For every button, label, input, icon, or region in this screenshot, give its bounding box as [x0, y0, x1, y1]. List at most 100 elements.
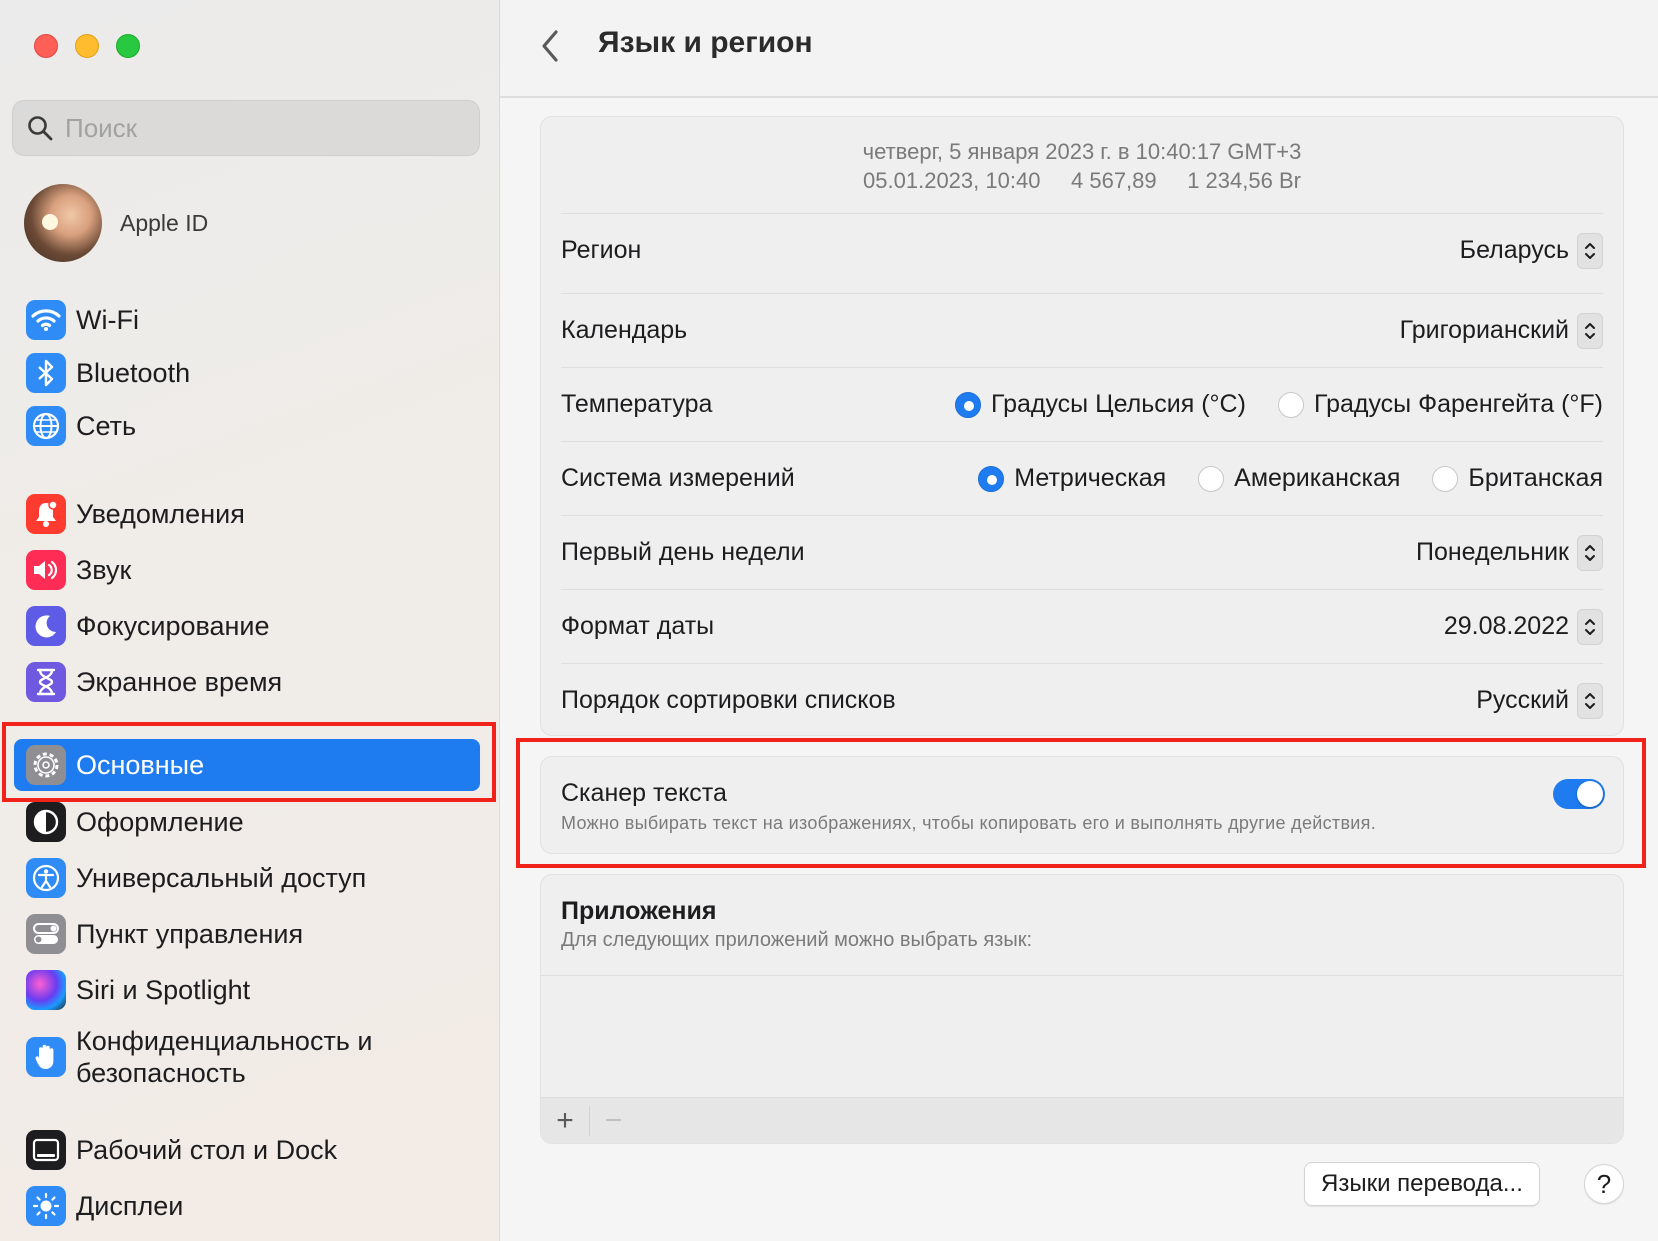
preview-line-1: четверг, 5 января 2023 г. в 10:40:17 GMT…	[862, 139, 1302, 164]
sidebar-item-screen-time[interactable]: Экранное время	[14, 656, 480, 708]
sidebar-item-label: Оформление	[76, 806, 244, 837]
radio-us[interactable]: Американская	[1198, 464, 1400, 493]
radio-button[interactable]	[1277, 391, 1304, 418]
sort-order-label: Порядок сортировки списков	[561, 686, 896, 714]
first-day-popup[interactable]: Понедельник	[1415, 534, 1603, 571]
sidebar-item-label: Звук	[76, 554, 132, 585]
calendar-value: Григорианский	[1399, 316, 1569, 344]
search-input[interactable]	[65, 112, 465, 144]
live-text-toggle[interactable]	[1553, 779, 1605, 809]
sidebar-item-network[interactable]: Сеть	[14, 400, 480, 452]
accessibility-icon	[26, 858, 66, 898]
sidebar-item-sound[interactable]: Звук	[14, 544, 480, 596]
updown-chevron-icon	[1577, 608, 1603, 645]
sidebar-item-wifi[interactable]: Wi-Fi	[14, 294, 480, 346]
hourglass-icon	[26, 662, 66, 702]
bell-icon	[26, 494, 66, 534]
sun-icon	[26, 1186, 66, 1226]
remove-app-button[interactable]: −	[589, 1104, 637, 1137]
region-popup[interactable]: Беларусь	[1460, 232, 1603, 269]
sidebar-item-label: Основные	[76, 749, 205, 780]
radio-celsius[interactable]: Градусы Цельсия (°C)	[954, 390, 1246, 419]
measurement-row: Система измерений Метрическая Американск…	[561, 441, 1603, 515]
updown-chevron-icon	[1577, 682, 1603, 719]
sidebar-item-notifications[interactable]: Уведомления	[14, 488, 480, 540]
add-app-button[interactable]: +	[541, 1098, 589, 1144]
back-chevron-icon[interactable]	[534, 26, 568, 66]
date-format-value: 29.08.2022	[1443, 612, 1569, 640]
minimize-window-button[interactable]	[75, 34, 99, 58]
translation-languages-button[interactable]: Языки перевода...	[1304, 1162, 1540, 1206]
sidebar-item-general[interactable]: Основные	[14, 739, 480, 791]
live-text-card: Сканер текста Можно выбирать текст на из…	[540, 756, 1624, 854]
sidebar-item-label: Фокусирование	[76, 610, 270, 641]
apple-id-item[interactable]: Apple ID	[24, 184, 208, 262]
live-text-title: Сканер текста	[561, 779, 727, 807]
sidebar-item-control-center[interactable]: Пункт управления	[14, 908, 480, 960]
sidebar-item-label: Универсальный доступ	[76, 862, 367, 893]
temperature-row: Температура Градусы Цельсия (°C) Градусы…	[561, 367, 1603, 441]
radio-uk[interactable]: Британская	[1432, 464, 1603, 493]
close-window-button[interactable]	[34, 34, 58, 58]
sidebar-item-label: Дисплеи	[76, 1190, 184, 1221]
help-button[interactable]: ?	[1584, 1164, 1624, 1204]
region-row: Регион Беларусь	[561, 213, 1603, 287]
first-day-label: Первый день недели	[561, 538, 805, 566]
apps-list[interactable]	[541, 975, 1623, 1093]
sidebar-item-label: Пункт управления	[76, 918, 304, 949]
sidebar-item-siri[interactable]: Siri и Spotlight	[14, 964, 480, 1016]
sidebar-item-bluetooth[interactable]: Bluetooth	[14, 347, 480, 399]
bluetooth-icon	[26, 353, 66, 393]
apps-title: Приложения	[561, 897, 717, 925]
sidebar-item-accessibility[interactable]: Универсальный доступ	[14, 852, 480, 904]
radio-label: Метрическая	[1014, 464, 1167, 492]
first-day-row: Первый день недели Понедельник	[561, 515, 1603, 589]
avatar	[24, 184, 102, 262]
first-day-value: Понедельник	[1415, 538, 1569, 566]
main-pane: Язык и регион четверг, 5 января 2023 г. …	[500, 0, 1658, 1241]
date-format-popup[interactable]: 29.08.2022	[1443, 608, 1603, 645]
dock-icon	[26, 1130, 66, 1170]
sidebar-item-displays[interactable]: Дисплеи	[14, 1180, 480, 1232]
sort-order-popup[interactable]: Русский	[1476, 682, 1603, 719]
radio-label: Градусы Цельсия (°C)	[990, 390, 1246, 418]
siri-icon	[26, 970, 66, 1010]
sort-order-row: Порядок сортировки списков Русский	[561, 663, 1603, 737]
radio-fahrenheit[interactable]: Градусы Фаренгейта (°F)	[1277, 390, 1603, 419]
calendar-row: Календарь Григорианский	[561, 293, 1603, 367]
date-format-label: Формат даты	[561, 612, 715, 640]
sidebar-item-appearance[interactable]: Оформление	[14, 796, 480, 848]
apps-card: Приложения Для следующих приложений можн…	[540, 874, 1624, 1144]
sidebar: Apple ID Wi-Fi Bluetooth Сеть Уведомлени…	[0, 0, 500, 1241]
region-label: Регион	[561, 236, 642, 264]
live-text-description: Можно выбирать текст на изображениях, чт…	[561, 813, 1377, 833]
apple-id-label: Apple ID	[120, 209, 209, 236]
radio-metric[interactable]: Метрическая	[978, 464, 1166, 493]
page-title: Язык и регион	[598, 26, 813, 59]
sidebar-item-label: Сеть	[76, 410, 137, 441]
radio-label: Градусы Фаренгейта (°F)	[1313, 390, 1603, 418]
calendar-popup[interactable]: Григорианский	[1399, 312, 1603, 349]
sidebar-item-label: Bluetooth	[76, 357, 191, 388]
sort-order-value: Русский	[1476, 686, 1569, 714]
hand-icon	[26, 1037, 66, 1077]
radio-button[interactable]	[1432, 465, 1459, 492]
radio-button[interactable]	[1198, 465, 1225, 492]
radio-button-selected[interactable]	[978, 465, 1005, 492]
gear-icon	[26, 745, 66, 785]
sidebar-item-privacy[interactable]: Конфиденциальность и безопасность	[14, 1022, 480, 1092]
radio-label: Британская	[1468, 464, 1603, 492]
radio-button-selected[interactable]	[954, 391, 981, 418]
date-format-row: Формат даты 29.08.2022	[561, 589, 1603, 663]
sidebar-item-focus[interactable]: Фокусирование	[14, 600, 480, 652]
zoom-window-button[interactable]	[116, 34, 140, 58]
region-settings-card: четверг, 5 января 2023 г. в 10:40:17 GMT…	[540, 116, 1624, 736]
toggles-icon	[26, 914, 66, 954]
appearance-icon	[26, 802, 66, 842]
sidebar-item-label: Уведомления	[76, 498, 245, 529]
sidebar-item-label: Wi-Fi	[76, 304, 139, 335]
sidebar-item-label: Конфиденциальность и безопасность	[76, 1026, 373, 1088]
sidebar-item-desktop-dock[interactable]: Рабочий стол и Dock	[14, 1124, 480, 1176]
search-field[interactable]	[12, 100, 480, 156]
updown-chevron-icon	[1577, 534, 1603, 571]
